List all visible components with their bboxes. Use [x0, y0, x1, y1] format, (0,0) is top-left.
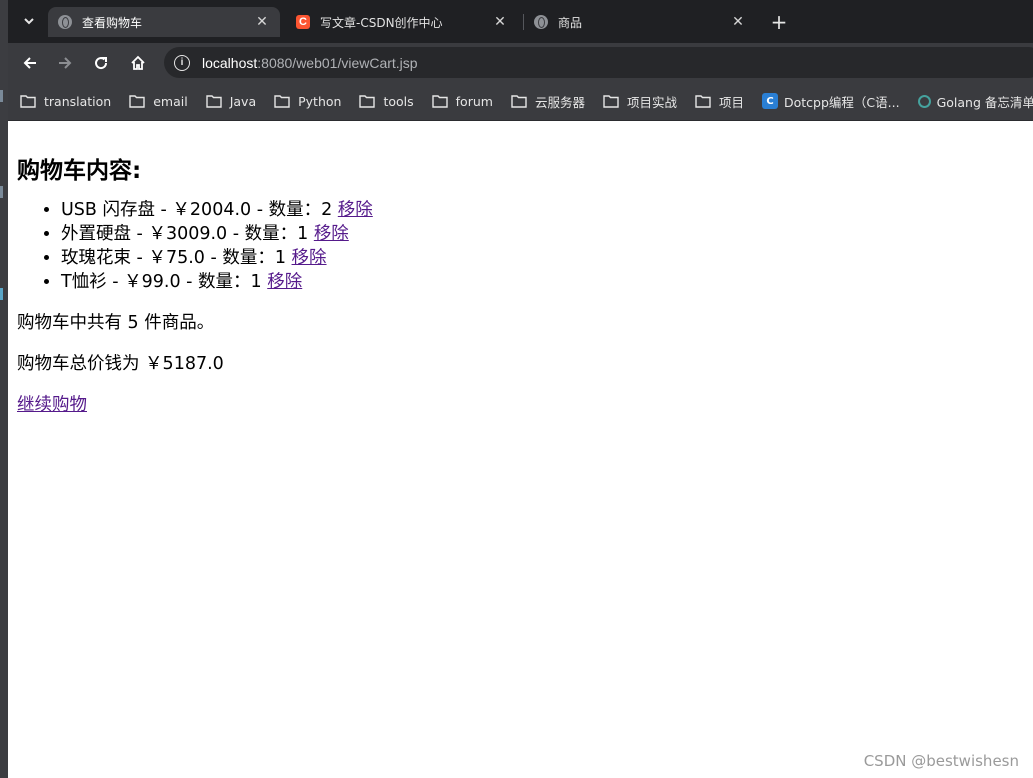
bookmark-label: tools — [383, 93, 414, 109]
folder-icon — [511, 94, 527, 108]
tab-title: 查看购物车 — [82, 15, 143, 30]
close-icon[interactable]: ✕ — [730, 14, 746, 30]
csdn-watermark: CSDN @bestwishesn — [863, 752, 1019, 770]
folder-icon — [431, 94, 448, 108]
bookmark-label: Golang 备忘清单... — [936, 94, 1033, 110]
cart-item: 外置硬盘 - ￥3009.0 - 数量：1 移除 — [61, 222, 1024, 246]
bookmark-label: Python — [298, 93, 342, 109]
bookmark-label: 项目实战 — [626, 94, 677, 110]
plus-icon: + — [770, 10, 788, 34]
bookmarks-bar: translation email Java Python tools forum 云服务器… — [8, 82, 1033, 121]
left-window-edge — [0, 0, 8, 778]
toolbar: i localhost:8080/web01/viewCart.jsp — [8, 43, 1033, 82]
folder-icon — [695, 94, 711, 108]
continue-shopping-paragraph: 继续购物 — [17, 393, 1024, 417]
remove-link[interactable]: 移除 — [314, 224, 349, 244]
edge-marker — [0, 288, 3, 300]
page-content: 购物车内容: USB 闪存盘 - ￥2004.0 - 数量：2 移除 外置硬盘 … — [8, 122, 1033, 778]
reload-button[interactable] — [88, 50, 114, 76]
cart-item-text: USB 闪存盘 - ￥2004.0 - 数量：2 — [61, 200, 338, 220]
folder-icon — [206, 94, 222, 108]
address-bar[interactable]: i localhost:8080/web01/viewCart.jsp — [164, 47, 1033, 78]
browser-window: 查看购物车 ✕ C 写文章-CSDN创作中心 ✕ 商品 ✕ + i localh… — [8, 0, 1033, 121]
bookmark-label: translation — [44, 93, 112, 109]
cart-item-text: 外置硬盘 - ￥3009.0 - 数量：1 — [61, 224, 314, 244]
cart-item: 玫瑰花束 - ￥75.0 - 数量：1 移除 — [61, 246, 1024, 270]
tab-view-cart[interactable]: 查看购物车 ✕ — [48, 7, 280, 37]
cart-item-text: 玫瑰花束 - ￥75.0 - 数量：1 — [61, 248, 292, 268]
bookmark-item[interactable]: translation — [20, 94, 111, 109]
bookmark-label: Dotcpp编程（C语... — [783, 94, 900, 110]
cart-item: T恤衫 - ￥99.0 - 数量：1 移除 — [61, 270, 1024, 294]
bookmark-item[interactable]: 云服务器 — [511, 92, 585, 111]
bookmark-label: forum — [455, 93, 493, 109]
tab-search-button[interactable] — [18, 9, 40, 33]
bookmark-label: 云服务器 — [534, 94, 585, 110]
cart-item-text: T恤衫 - ￥99.0 - 数量：1 — [61, 272, 268, 292]
folder-icon — [20, 94, 36, 108]
tab-title: 商品 — [558, 15, 583, 30]
url-text: localhost:8080/web01/viewCart.jsp — [202, 55, 418, 71]
golang-favicon-icon — [917, 94, 931, 108]
cart-item: USB 闪存盘 - ￥2004.0 - 数量：2 移除 — [61, 198, 1024, 222]
cart-count-text: 购物车中共有 5 件商品。 — [17, 313, 215, 333]
cart-total-text: 购物车总价钱为 ￥5187.0 — [17, 354, 224, 374]
folder-icon — [274, 94, 290, 108]
globe-icon — [534, 15, 548, 29]
cart-item-list: USB 闪存盘 - ￥2004.0 - 数量：2 移除 外置硬盘 - ￥3009… — [61, 198, 1024, 294]
site-info-icon[interactable]: i — [174, 54, 190, 71]
edge-marker — [0, 90, 3, 102]
bookmark-item[interactable]: tools — [359, 93, 414, 109]
new-tab-button[interactable]: + — [766, 9, 792, 35]
remove-link[interactable]: 移除 — [267, 272, 302, 292]
globe-icon — [58, 15, 72, 29]
close-icon[interactable]: ✕ — [492, 14, 508, 30]
back-button[interactable] — [17, 50, 43, 76]
folder-icon — [359, 94, 376, 108]
bookmark-label: email — [153, 93, 188, 109]
arrow-right-icon — [59, 57, 72, 69]
url-host: localhost — [202, 54, 258, 71]
bookmark-item[interactable]: 项目 — [695, 92, 744, 111]
page-title: 购物车内容: — [17, 158, 142, 184]
bookmark-item[interactable]: Golang 备忘清单... — [917, 92, 1033, 111]
bookmark-item[interactable]: email — [129, 93, 188, 109]
reload-icon — [95, 57, 108, 70]
home-icon — [131, 55, 145, 70]
bookmark-label: 项目 — [718, 94, 744, 110]
dotcpp-favicon-icon: C — [761, 93, 778, 109]
close-icon[interactable]: ✕ — [254, 14, 270, 30]
chevron-down-icon — [24, 18, 34, 25]
remove-link[interactable]: 移除 — [292, 248, 327, 268]
home-button[interactable] — [125, 50, 151, 76]
edge-marker — [0, 186, 3, 198]
bookmark-item[interactable]: Python — [274, 94, 341, 109]
tab-strip: 查看购物车 ✕ C 写文章-CSDN创作中心 ✕ 商品 ✕ + — [8, 0, 1033, 43]
forward-button[interactable] — [52, 50, 78, 76]
remove-link[interactable]: 移除 — [338, 200, 373, 220]
bookmark-item[interactable]: Java — [206, 94, 256, 109]
tab-csdn-editor[interactable]: C 写文章-CSDN创作中心 ✕ — [286, 7, 518, 37]
bookmark-item[interactable]: forum — [431, 93, 493, 109]
tab-products[interactable]: 商品 ✕ — [524, 7, 756, 37]
folder-icon — [129, 94, 145, 108]
csdn-favicon-icon: C — [296, 15, 310, 29]
folder-icon — [603, 94, 619, 108]
arrow-left-icon — [23, 57, 36, 69]
tab-title: 写文章-CSDN创作中心 — [320, 15, 443, 30]
url-path: :8080/web01/viewCart.jsp — [257, 54, 418, 71]
bookmark-label: Java — [229, 93, 257, 109]
bookmark-item[interactable]: 项目实战 — [603, 92, 677, 111]
bookmark-item[interactable]: C Dotcpp编程（C语... — [761, 92, 900, 111]
continue-shopping-link[interactable]: 继续购物 — [17, 395, 87, 415]
